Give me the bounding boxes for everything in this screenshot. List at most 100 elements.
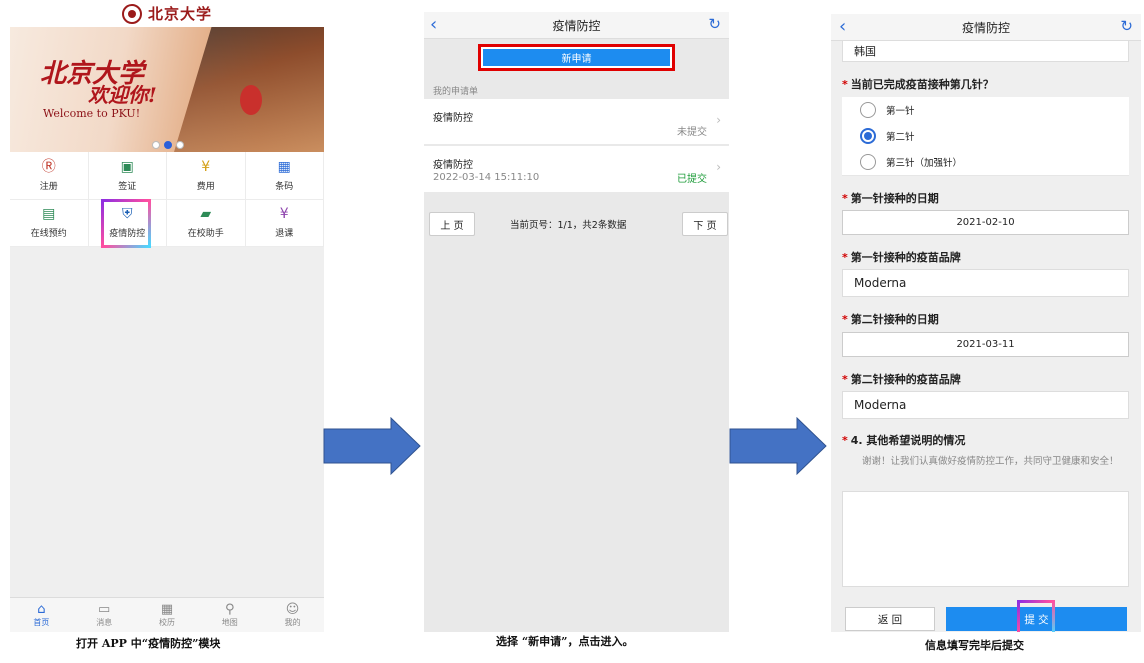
country-field[interactable]: 韩国: [842, 40, 1129, 62]
grid-item-visa[interactable]: ▣ 签证: [88, 152, 167, 200]
appointment-icon: ▤: [42, 206, 56, 223]
back-chevron-icon[interactable]: ‹: [430, 14, 437, 35]
grid-item-label: 条码: [275, 181, 294, 192]
page-title: 疫情防控: [552, 18, 601, 33]
grid-item-label: 注册: [39, 181, 58, 192]
chevron-right-icon: ›: [716, 160, 721, 174]
grid-item-label: 退课: [275, 229, 294, 240]
radio-option-dose-3[interactable]: 第三针（加强针）: [842, 149, 1129, 176]
tab-label: 首页: [33, 617, 50, 627]
carousel-dots[interactable]: [152, 141, 184, 149]
tab-map[interactable]: ⚲ 地图: [198, 598, 261, 632]
tab-label: 消息: [96, 617, 113, 627]
first-dose-brand-input[interactable]: Moderna: [842, 269, 1129, 297]
grid-item-fee[interactable]: ¥ 费用: [167, 152, 246, 200]
list-item-date: 2022-03-14 15:11:10: [433, 172, 540, 183]
list-item[interactable]: 疫情防控 未提交 ›: [424, 99, 729, 144]
radio-circle-icon[interactable]: [860, 154, 876, 170]
list-item[interactable]: 疫情防控 2022-03-14 15:11:10 已提交 ›: [424, 146, 729, 192]
grid-item-drop-course[interactable]: ¥ 退课: [245, 199, 324, 247]
radio-option-dose-2[interactable]: 第二针: [842, 123, 1129, 150]
nav-bar: ‹ 疫情防控 ↻: [424, 12, 729, 39]
grid-item-register[interactable]: Ⓡ 注册: [10, 152, 89, 200]
barcode-icon: ▦: [277, 158, 291, 175]
page-title: 疫情防控: [961, 20, 1010, 35]
tab-home[interactable]: ⌂ 首页: [10, 598, 73, 632]
calendar-icon: ▦: [160, 601, 174, 617]
refresh-icon[interactable]: ↻: [1120, 17, 1133, 35]
back-chevron-icon[interactable]: ‹: [839, 16, 846, 37]
second-dose-brand-input[interactable]: Moderna: [842, 391, 1129, 419]
banner-lantern-image: [240, 85, 262, 115]
message-icon: ▭: [98, 601, 111, 617]
prev-page-button[interactable]: 上 页: [429, 212, 475, 236]
question-other-notes: * 4. 其他希望说明的情况: [842, 432, 965, 448]
back-button[interactable]: 返 回: [845, 607, 935, 631]
chevron-right-icon: ›: [716, 113, 721, 127]
carousel-dot[interactable]: [176, 141, 184, 149]
list-item-title: 疫情防控: [433, 113, 473, 124]
radio-option-dose-1[interactable]: 第一针: [842, 97, 1129, 124]
banner-line-3: Welcome to PKU!: [43, 107, 141, 120]
first-dose-date-picker[interactable]: 2021-02-10: [842, 210, 1129, 235]
highlight-frame-red: 新申请: [478, 44, 675, 71]
required-asterisk: *: [842, 192, 848, 205]
fee-icon: ¥: [201, 158, 211, 175]
radio-label: 第三针（加强针）: [886, 158, 963, 169]
other-notes-textarea[interactable]: [842, 491, 1129, 587]
hint-text: 谢谢！让我们认真做好疫情防控工作，共同守卫健康和安全！: [862, 456, 1119, 467]
carousel-dot[interactable]: [152, 141, 160, 149]
vaccination-form-screen: ‹ 疫情防控 ↻ 韩国 * 当前已完成疫苗接种第几针？ 第一针 第二针 第三针（加…: [831, 14, 1141, 632]
carousel-dot-active[interactable]: [164, 141, 172, 149]
drop-course-icon: ¥: [279, 206, 289, 223]
user-icon: ☺: [285, 601, 300, 617]
question-second-dose-brand: * 第二针接种的疫苗品牌: [842, 371, 961, 387]
nav-bar: ‹ 疫情防控 ↻: [831, 14, 1141, 41]
question-label: 第二针接种的疫苗品牌: [850, 373, 961, 386]
next-page-button[interactable]: 下 页: [682, 212, 728, 236]
assistant-icon: ▰: [200, 206, 212, 223]
question-label: 第一针接种的日期: [850, 192, 939, 205]
page-info: 当前页号：1/1，共2条数据: [510, 220, 627, 231]
status-label: 已提交: [677, 174, 707, 185]
grid-item-appointment[interactable]: ▤ 在线预约: [10, 199, 89, 247]
new-application-button[interactable]: 新申请: [483, 49, 670, 66]
grid-item-campus-assistant[interactable]: ▰ 在校助手: [167, 199, 246, 247]
grid-item-barcode[interactable]: ▦ 条码: [245, 152, 324, 200]
banner-line-2: 欢迎你!: [88, 83, 157, 107]
section-header: 我的申请单: [433, 87, 479, 97]
question-dose-number: * 当前已完成疫苗接种第几针？: [842, 76, 994, 92]
flow-arrow-2: [729, 417, 827, 476]
second-dose-date-picker[interactable]: 2021-03-11: [842, 332, 1129, 357]
application-list-screen: ‹ 疫情防控 ↻ 新申请 我的申请单 疫情防控 未提交 › 疫情防控 2022-…: [424, 12, 729, 632]
welcome-banner[interactable]: 北京大学 欢迎你! Welcome to PKU!: [10, 27, 324, 152]
radio-selected-icon[interactable]: [860, 128, 876, 144]
tab-profile[interactable]: ☺ 我的: [261, 598, 324, 632]
caption-step-1: 打开 APP 中“疫情防控”模块: [76, 637, 221, 650]
tab-message[interactable]: ▭ 消息: [73, 598, 136, 632]
required-asterisk: *: [842, 373, 848, 386]
radio-label: 第一针: [886, 106, 915, 117]
caption-step-3: 信息填写完毕后提交: [925, 639, 1024, 652]
highlight-frame: [1017, 600, 1055, 632]
app-header: 北京大学: [10, 0, 324, 27]
status-label: 未提交: [677, 127, 707, 138]
highlight-frame: [101, 199, 151, 248]
brand-title: 北京大学: [147, 5, 212, 23]
list-item-title: 疫情防控: [433, 160, 473, 171]
map-pin-icon: ⚲: [225, 601, 235, 617]
radio-circle-icon[interactable]: [860, 102, 876, 118]
register-icon: Ⓡ: [41, 158, 56, 175]
grid-item-label: 在线预约: [30, 229, 67, 240]
tab-calendar[interactable]: ▦ 校历: [136, 598, 199, 632]
grid-item-label: 在校助手: [187, 229, 224, 240]
radio-label: 第二针: [886, 132, 915, 143]
grid-item-label: 签证: [118, 181, 137, 192]
refresh-icon[interactable]: ↻: [708, 15, 721, 33]
function-grid: Ⓡ 注册 ▣ 签证 ¥ 费用 ▦ 条码 ▤ 在线预约 ⛨ 疫情防控 ▰ 在校助手…: [10, 152, 324, 247]
question-label: 当前已完成疫苗接种第几针？: [850, 78, 994, 91]
tab-label: 校历: [158, 617, 175, 627]
tab-label: 我的: [284, 617, 301, 627]
required-asterisk: *: [842, 313, 848, 326]
bottom-tab-bar: ⌂ 首页 ▭ 消息 ▦ 校历 ⚲ 地图 ☺ 我的: [10, 597, 324, 632]
